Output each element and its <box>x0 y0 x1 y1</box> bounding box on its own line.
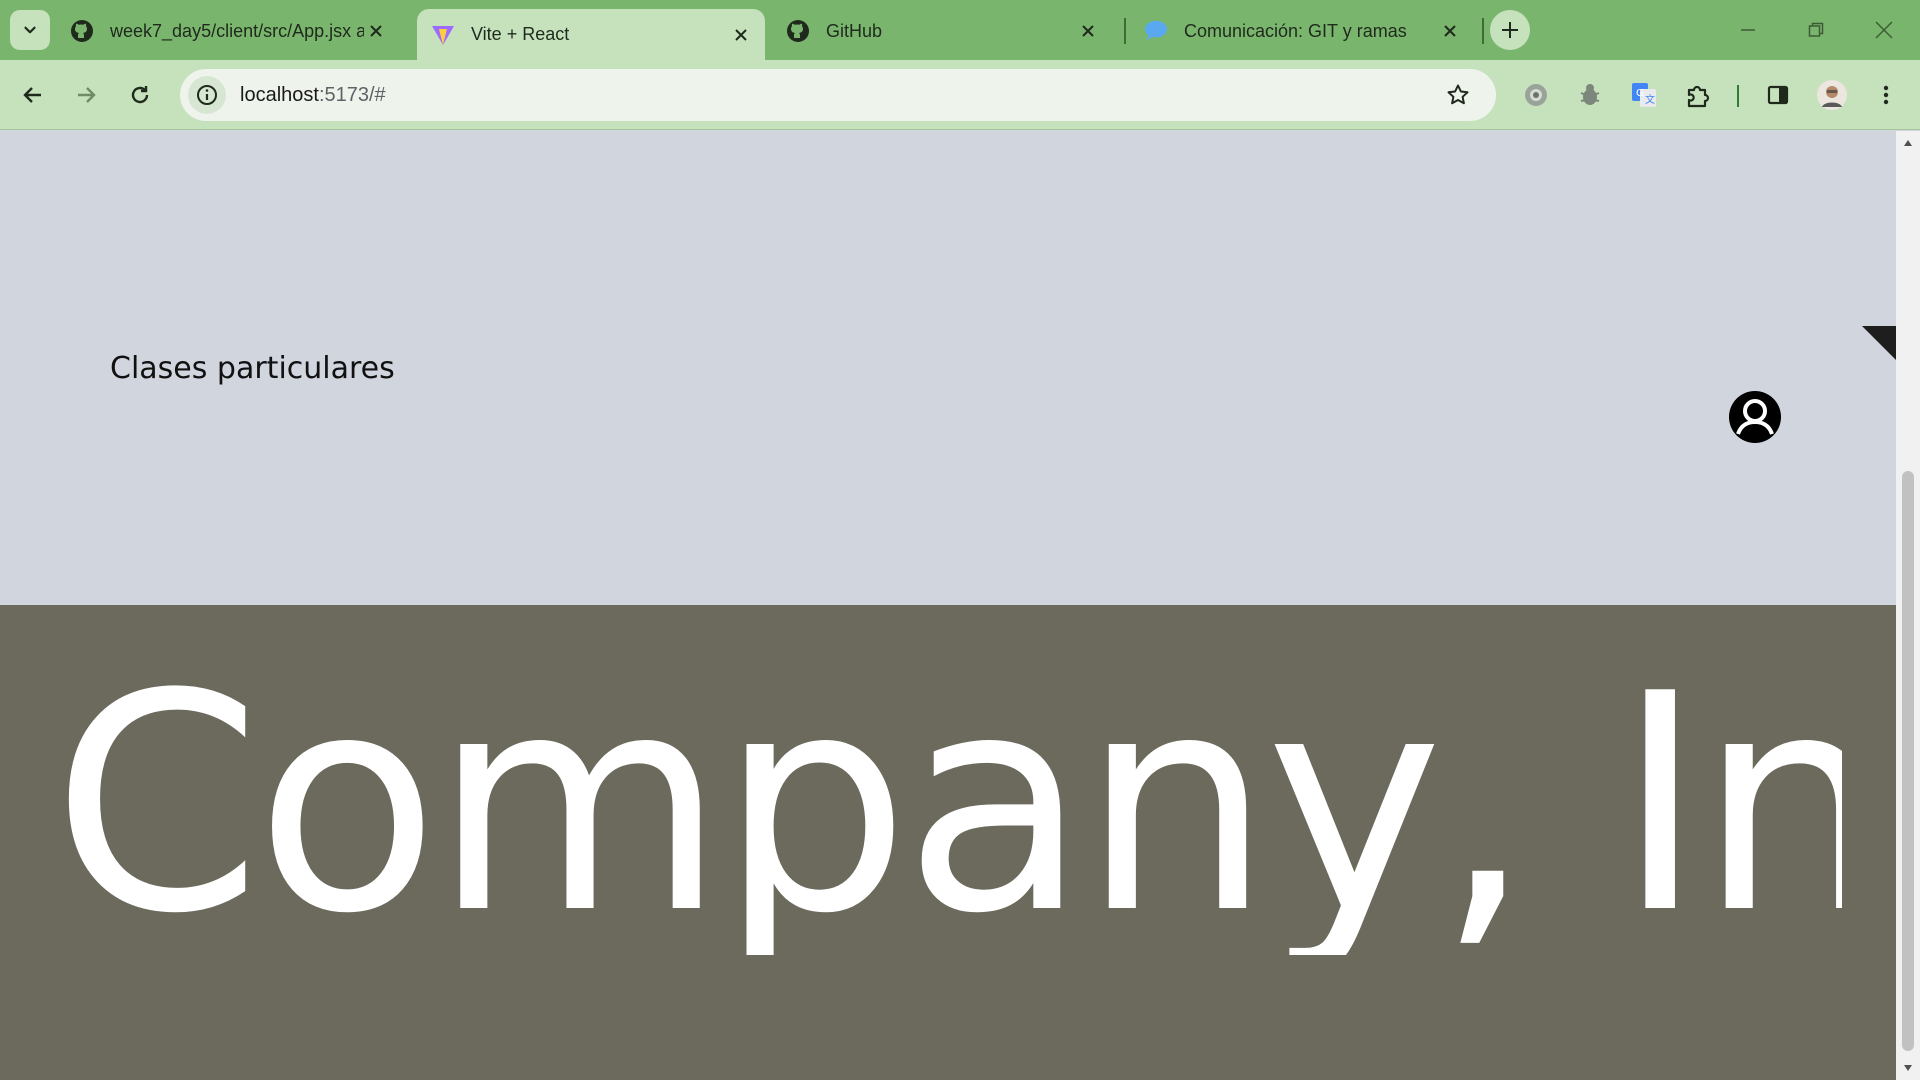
tab-title: GitHub <box>826 20 883 41</box>
svg-text:G: G <box>1636 88 1644 99</box>
restore-icon <box>1808 22 1824 37</box>
tab-title: Comunicación: GIT y ramas <box>1184 20 1407 41</box>
plus-icon <box>1502 22 1518 38</box>
browser-toolbar: localhost:5173/# G文 <box>0 60 1920 130</box>
chat-bubble-icon <box>1144 19 1168 43</box>
url-rest: :5173/# <box>318 83 386 106</box>
svg-text:文: 文 <box>1645 93 1655 106</box>
chevron-down-icon <box>24 26 36 34</box>
profile-avatar-icon <box>1817 80 1847 110</box>
new-tab-button[interactable] <box>1490 10 1530 50</box>
close-icon[interactable] <box>364 19 388 43</box>
minimize-icon <box>1741 29 1755 31</box>
reload-icon <box>131 86 149 104</box>
arrow-right-icon <box>78 87 96 103</box>
tab-separator <box>1124 18 1126 44</box>
reload-button[interactable] <box>120 75 160 115</box>
tab-title: week7_day5/client/src/App.jsx a <box>110 20 364 41</box>
address-bar[interactable]: localhost:5173/# <box>180 69 1496 121</box>
close-icon[interactable] <box>729 23 753 47</box>
bookmark-star-icon[interactable] <box>1438 75 1478 115</box>
minimize-button[interactable] <box>1732 14 1764 46</box>
translate-extension-button[interactable]: G文 <box>1624 75 1664 115</box>
restore-button[interactable] <box>1800 14 1832 46</box>
toolbar-divider <box>1737 85 1739 107</box>
more-vertical-icon <box>1883 85 1889 105</box>
scroll-up-arrow-icon[interactable] <box>1896 131 1920 155</box>
tab-separator <box>1482 18 1484 44</box>
tab-comunicacion-git[interactable]: Comunicación: GIT y ramas <box>1140 9 1474 53</box>
tab-strip: week7_day5/client/src/App.jsx a Vite + R… <box>0 0 1920 60</box>
page-scrollbar[interactable] <box>1896 131 1920 1080</box>
extension-bug-button[interactable] <box>1570 75 1610 115</box>
close-icon[interactable] <box>1076 19 1100 43</box>
page-viewport: Clases particulares Company, Inc <box>0 131 1896 1080</box>
extensions-button[interactable] <box>1678 75 1718 115</box>
side-panel-button[interactable] <box>1758 75 1798 115</box>
puzzle-icon <box>1687 85 1710 108</box>
url-text[interactable]: localhost:5173/# <box>240 84 1438 107</box>
close-window-button[interactable] <box>1868 14 1900 46</box>
arrow-left-icon <box>23 87 41 103</box>
tab-search-button[interactable] <box>10 10 50 50</box>
github-icon <box>70 19 94 43</box>
extension-settings-button[interactable] <box>1516 75 1556 115</box>
page-header: Clases particulares <box>0 131 1896 605</box>
scrollbar-thumb[interactable] <box>1902 471 1914 1051</box>
forward-button[interactable] <box>66 75 106 115</box>
brand-title[interactable]: Clases particulares <box>110 351 395 386</box>
close-icon <box>1875 21 1893 39</box>
google-translate-icon: G文 <box>1632 83 1656 107</box>
tab-github-app-jsx[interactable]: week7_day5/client/src/App.jsx a <box>66 9 400 53</box>
info-icon[interactable] <box>188 76 226 114</box>
scroll-down-arrow-icon[interactable] <box>1896 1056 1920 1080</box>
github-icon <box>786 19 810 43</box>
profile-button[interactable] <box>1812 75 1852 115</box>
bug-icon <box>1580 84 1600 105</box>
tab-vite-react[interactable]: Vite + React <box>417 9 765 60</box>
vite-icon <box>431 23 455 47</box>
company-name: Company, Inc <box>52 655 1842 955</box>
browser-window: week7_day5/client/src/App.jsx a Vite + R… <box>0 0 1920 1080</box>
back-button[interactable] <box>13 75 53 115</box>
page-footer: Company, Inc <box>0 605 1896 1080</box>
url-host: localhost <box>240 83 319 106</box>
close-icon[interactable] <box>1438 19 1462 43</box>
corner-triangle <box>1862 326 1896 360</box>
gear-extension-icon <box>1525 84 1547 106</box>
side-panel-icon <box>1767 85 1789 105</box>
user-circle-icon[interactable] <box>1727 389 1783 445</box>
tab-github[interactable]: GitHub <box>784 9 1112 53</box>
menu-button[interactable] <box>1866 75 1906 115</box>
tab-title: Vite + React <box>471 24 570 44</box>
